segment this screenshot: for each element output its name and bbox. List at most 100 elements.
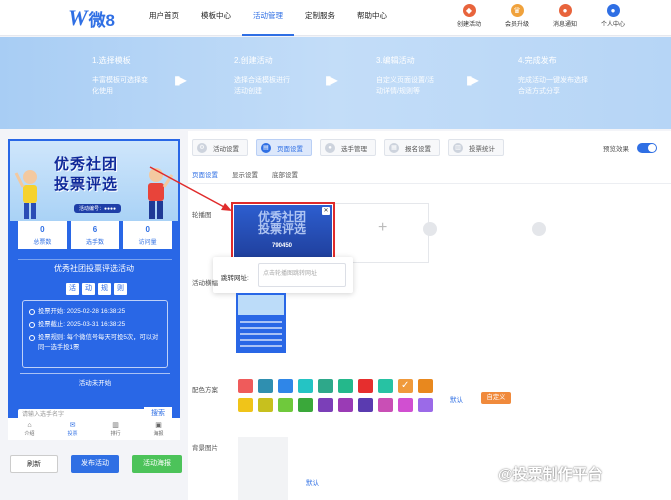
logo-mark: W <box>68 5 88 30</box>
rule-key: 投票截止: <box>38 321 65 328</box>
color-swatch[interactable] <box>398 398 413 412</box>
preview-label: 预览效果 <box>603 146 629 153</box>
color-swatch[interactable] <box>258 379 273 393</box>
preview-switch[interactable] <box>637 143 657 153</box>
mini-line <box>240 345 282 347</box>
color-swatches <box>238 379 433 417</box>
pin-icon: ◆ <box>462 4 476 17</box>
color-swatch[interactable] <box>258 398 273 412</box>
default-color-link[interactable]: 默认 <box>450 394 463 404</box>
tabbar-poster[interactable]: ▣ 海报 <box>137 418 180 440</box>
mini-line <box>240 333 282 335</box>
tab-label: 投票统计 <box>469 145 495 153</box>
color-swatch[interactable] <box>338 379 353 393</box>
home-icon: ⌂ <box>27 421 32 429</box>
add-image-button[interactable]: + <box>378 219 387 237</box>
custom-color-button[interactable]: 自定义 <box>481 392 511 404</box>
highlight-frame <box>231 202 335 264</box>
swatch-row <box>238 398 433 412</box>
activity-status: 活动未开始 <box>20 373 170 389</box>
tabbar-rank[interactable]: ▥ 排行 <box>94 418 137 440</box>
refresh-button[interactable]: 刷新 <box>10 455 58 473</box>
banner-thumbnail[interactable] <box>236 293 286 353</box>
cartoon-figure-left <box>14 170 37 219</box>
tab-contestant-management[interactable]: ● 选手管理 <box>320 139 376 156</box>
carousel-label: 轮播图 <box>192 212 212 219</box>
color-swatch[interactable] <box>418 379 433 393</box>
member-upgrade-button[interactable]: ♛ 会员升级 <box>499 4 535 28</box>
rank-icon: ▥ <box>112 422 119 429</box>
tab-page-settings[interactable]: ▤ 页面设置 <box>256 139 312 156</box>
user-icon: ● <box>606 4 620 17</box>
publish-activity-button[interactable]: 发布活动 <box>71 455 119 473</box>
color-swatch[interactable] <box>318 398 333 412</box>
link-url-input[interactable]: 点击轮播图跳转网址 <box>258 263 346 287</box>
settings-tabs: ⚙ 活动设置 ▤ 页面设置 ● 选手管理 ▦ 报名设置 ▥ 投票统计 <box>192 139 504 156</box>
notifications-button[interactable]: ● 消息通知 <box>547 4 583 28</box>
chevron-right-icon: ▮▶ <box>466 73 479 87</box>
stat-value: 6 <box>92 224 98 234</box>
rules-heading-char: 规 <box>98 283 111 295</box>
activity-poster-button[interactable]: 活动海报 <box>132 455 182 473</box>
poster-icon: ▣ <box>155 422 162 429</box>
background-default-link[interactable]: 默认 <box>306 477 319 487</box>
top-actions: ◆ 创建活动 ♛ 会员升级 ● 消息通知 ● 个人中心 <box>451 4 631 28</box>
color-swatch[interactable] <box>338 398 353 412</box>
info-icon <box>29 335 35 341</box>
color-swatch[interactable] <box>318 379 333 393</box>
color-swatch[interactable] <box>238 379 253 393</box>
tab-vote-statistics[interactable]: ▥ 投票统计 <box>448 139 504 156</box>
color-swatch[interactable] <box>238 398 253 412</box>
poster-banner: 优秀社团 投票评选 活动编号：●●●● <box>10 141 178 221</box>
color-swatch[interactable] <box>398 379 413 393</box>
tabbar-intro[interactable]: ⌂ 介绍 <box>8 418 51 440</box>
subtab-footer[interactable]: 底部设置 <box>272 169 298 184</box>
color-swatch[interactable] <box>358 379 373 393</box>
rules-box: 投票开始: 2025-02-28 16:38:25 投票截止: 2025-03-… <box>22 300 168 368</box>
profile-button[interactable]: ● 个人中心 <box>595 4 631 28</box>
color-swatch[interactable] <box>358 398 373 412</box>
rule-start: 投票开始: 2025-02-28 16:38:25 <box>29 307 161 317</box>
tab-label: 报名设置 <box>405 145 431 153</box>
main-nav: 用户首页 模板中心 活动管理 定制服务 帮助中心 <box>138 0 398 36</box>
color-swatch[interactable] <box>278 398 293 412</box>
nav-item-activities[interactable]: 活动管理 <box>242 0 294 36</box>
tabbar-vote[interactable]: ✉ 投票 <box>51 418 94 440</box>
tab-label: 活动设置 <box>213 145 239 153</box>
tab-signup-settings[interactable]: ▦ 报名设置 <box>384 139 440 156</box>
stat-total-votes: 0 总票数 <box>18 221 67 249</box>
profile-label: 个人中心 <box>600 22 625 28</box>
create-activity-button[interactable]: ◆ 创建活动 <box>451 4 487 28</box>
rule-end: 投票截止: 2025-03-31 16:38:25 <box>29 320 161 330</box>
preview-toggle: 预览效果 <box>603 143 657 153</box>
carousel-dot <box>532 222 546 236</box>
activity-title: 优秀社团投票评选活动 <box>54 264 134 273</box>
subtab-display[interactable]: 显示设置 <box>232 169 258 184</box>
color-swatch[interactable] <box>378 379 393 393</box>
color-swatch[interactable] <box>418 398 433 412</box>
tab-activity-settings[interactable]: ⚙ 活动设置 <box>192 139 248 156</box>
poster-title-line2: 投票评选 <box>54 176 119 193</box>
color-swatch[interactable] <box>298 379 313 393</box>
tabbar-label: 介绍 <box>24 430 35 437</box>
nav-item-home[interactable]: 用户首页 <box>138 0 190 36</box>
nav-item-custom[interactable]: 定制服务 <box>294 0 346 36</box>
nav-item-templates[interactable]: 模板中心 <box>190 0 242 36</box>
nav-item-help[interactable]: 帮助中心 <box>346 0 398 36</box>
background-image-upload[interactable] <box>238 437 288 500</box>
steps-banner: 1.选择模板 丰富模板可选择变化使用 ▮▶ 2.创建活动 选择合适模板进行活动创… <box>0 37 671 129</box>
mini-line <box>240 339 282 341</box>
banner-label: 活动横幅 <box>192 280 218 287</box>
logo[interactable]: W 微8 <box>68 5 115 30</box>
subtab-page[interactable]: 页面设置 <box>192 169 218 184</box>
stat-value: 0 <box>145 224 150 234</box>
color-swatch[interactable] <box>298 398 313 412</box>
step-3-desc: 自定义页面设置/活动详情/规则等 <box>376 77 434 95</box>
color-swatch[interactable] <box>378 398 393 412</box>
step-4-title: 4.完成发布 <box>518 56 557 65</box>
step-4-desc: 完成活动一键发布选择合适方式分享 <box>518 77 588 95</box>
carousel-dot <box>423 222 437 236</box>
color-swatch[interactable] <box>278 379 293 393</box>
mobile-tabbar: ⌂ 介绍 ✉ 投票 ▥ 排行 ▣ 海报 <box>8 418 180 440</box>
link-label: 跳转网址: <box>221 275 249 282</box>
